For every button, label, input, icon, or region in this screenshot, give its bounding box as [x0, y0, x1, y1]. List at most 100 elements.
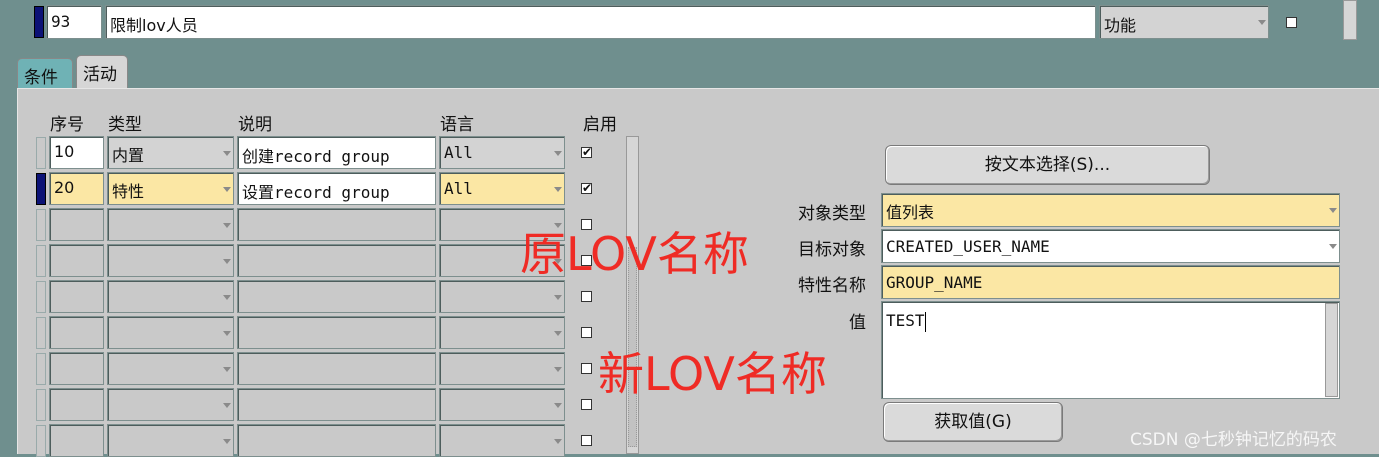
row-type-select[interactable]: [107, 352, 234, 385]
row-language-select[interactable]: [439, 424, 565, 457]
row-description-field[interactable]: 创建record group: [237, 136, 436, 169]
chevron-down-icon: [554, 330, 562, 336]
chevron-down-icon: [554, 366, 562, 372]
row-type-value: 特性: [112, 182, 145, 201]
object-type-label: 对象类型: [798, 204, 866, 224]
row-enabled-checkbox[interactable]: ✔: [581, 146, 592, 158]
top-description-field[interactable]: 限制lov人员: [105, 5, 1096, 39]
row-enabled-checkbox[interactable]: [581, 399, 592, 410]
property-name-field[interactable]: GROUP_NAME: [881, 265, 1340, 299]
chevron-down-icon: [1329, 244, 1337, 249]
row-seq-field[interactable]: [49, 388, 104, 421]
row-language-select[interactable]: All: [439, 136, 565, 169]
column-header-description: 说明: [238, 115, 272, 135]
row-enabled-checkbox[interactable]: [581, 363, 592, 374]
row-type-select[interactable]: 特性: [107, 172, 234, 205]
row-seq-field[interactable]: 20: [49, 172, 104, 205]
tab-actions-label: 活动: [83, 65, 117, 85]
chevron-down-icon: [1329, 208, 1337, 213]
row-seq-field[interactable]: [49, 208, 104, 241]
chevron-down-icon: [554, 186, 562, 192]
row-type-value: 内置: [112, 146, 145, 165]
column-header-language: 语言: [440, 115, 474, 135]
row-seq-field[interactable]: [49, 352, 104, 385]
row-type-select[interactable]: [107, 424, 234, 457]
column-header-enabled: 启用: [583, 115, 617, 135]
row-description-field[interactable]: [237, 388, 436, 421]
top-scrollbar[interactable]: [1343, 0, 1357, 40]
row-type-select[interactable]: 内置: [107, 136, 234, 169]
chevron-down-icon: [223, 294, 231, 300]
select-by-text-button[interactable]: 按文本选择(S)...: [885, 145, 1210, 185]
chevron-down-icon: [223, 186, 231, 192]
row-description-field[interactable]: [237, 244, 436, 277]
top-record-marker[interactable]: [34, 6, 44, 38]
row-description-field[interactable]: [237, 208, 436, 241]
row-language-select[interactable]: [439, 388, 565, 421]
annotation-new-lov: 新LOV名称: [598, 347, 827, 401]
tab-conditions[interactable]: 条件: [17, 58, 73, 88]
row-marker[interactable]: [36, 209, 46, 241]
row-type-select[interactable]: [107, 388, 234, 421]
chevron-down-icon: [223, 330, 231, 336]
row-marker[interactable]: [36, 137, 46, 169]
row-description-field[interactable]: [237, 424, 436, 457]
target-object-select[interactable]: CREATED_USER_NAME: [881, 229, 1340, 263]
chevron-down-icon: [223, 150, 231, 156]
row-seq-field[interactable]: 10: [49, 136, 104, 169]
row-language-select[interactable]: [439, 316, 565, 349]
row-language-select[interactable]: [439, 280, 565, 313]
chevron-down-icon: [223, 402, 231, 408]
text-cursor: [924, 311, 926, 332]
object-type-select[interactable]: 值列表: [881, 193, 1340, 227]
row-marker[interactable]: [36, 281, 46, 313]
column-header-seq: 序号: [50, 115, 84, 135]
value-scrollbar[interactable]: [1325, 303, 1338, 397]
top-enabled-checkbox[interactable]: [1286, 17, 1297, 28]
tab-conditions-label: 条件: [24, 68, 58, 88]
row-type-select[interactable]: [107, 208, 234, 241]
chevron-down-icon: [554, 294, 562, 300]
row-marker[interactable]: [36, 245, 46, 277]
row-description-field[interactable]: [237, 316, 436, 349]
row-language-select[interactable]: [439, 352, 565, 385]
row-seq-field[interactable]: [49, 316, 104, 349]
row-enabled-checkbox[interactable]: [581, 291, 592, 302]
chevron-down-icon: [223, 438, 231, 444]
row-language-select[interactable]: All: [439, 172, 565, 205]
row-enabled-checkbox[interactable]: [581, 327, 592, 338]
row-description-field[interactable]: [237, 280, 436, 313]
row-marker[interactable]: [36, 389, 46, 421]
chevron-down-icon: [1258, 20, 1266, 25]
chevron-down-icon: [554, 150, 562, 156]
row-marker-current[interactable]: [36, 173, 46, 205]
row-enabled-checkbox[interactable]: ✔: [581, 182, 592, 194]
target-object-value: CREATED_USER_NAME: [886, 237, 1050, 256]
row-enabled-checkbox[interactable]: [581, 435, 592, 446]
block-scrollbar[interactable]: [626, 136, 639, 454]
row-language-value: All: [444, 143, 473, 162]
row-description-field[interactable]: [237, 352, 436, 385]
annotation-original-lov: 原LOV名称: [520, 227, 749, 281]
row-marker[interactable]: [36, 317, 46, 349]
row-marker[interactable]: [36, 425, 46, 457]
top-type-value: 功能: [1104, 16, 1137, 35]
value-textarea[interactable]: TEST: [881, 301, 1340, 399]
row-marker[interactable]: [36, 353, 46, 385]
row-seq-field[interactable]: [49, 424, 104, 457]
row-description-field[interactable]: 设置record group: [237, 172, 436, 205]
chevron-down-icon: [223, 366, 231, 372]
top-seq-field[interactable]: 93: [46, 5, 102, 39]
get-value-button[interactable]: 获取值(G): [883, 402, 1063, 442]
top-type-select[interactable]: 功能: [1099, 5, 1269, 39]
row-language-value: All: [444, 179, 473, 198]
watermark: CSDN @七秒钟记忆的码农: [1130, 430, 1337, 450]
row-type-select[interactable]: [107, 244, 234, 277]
chevron-down-icon: [554, 402, 562, 408]
row-type-select[interactable]: [107, 280, 234, 313]
row-seq-field[interactable]: [49, 280, 104, 313]
tab-actions[interactable]: 活动: [76, 55, 128, 89]
row-type-select[interactable]: [107, 316, 234, 349]
object-type-value: 值列表: [886, 203, 935, 222]
row-seq-field[interactable]: [49, 244, 104, 277]
